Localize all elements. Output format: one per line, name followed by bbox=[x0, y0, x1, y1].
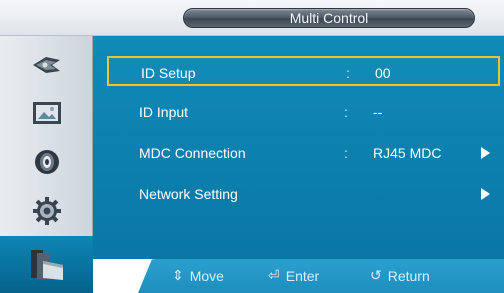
multi-control-icon bbox=[28, 247, 66, 283]
bottom-bar: ⇕ Move ⏎ Enter ↺ Return bbox=[93, 259, 504, 293]
nav-enter-label: Enter bbox=[285, 267, 320, 284]
sidebar bbox=[0, 36, 93, 293]
row-value: 00 bbox=[375, 65, 391, 81]
nav-move-label: Move bbox=[189, 267, 224, 284]
sidebar-item-setup[interactable] bbox=[0, 187, 93, 235]
move-icon: ⇕ bbox=[172, 267, 184, 283]
sidebar-item-picture-frame[interactable] bbox=[0, 89, 93, 137]
nav-return-label: Return bbox=[387, 267, 430, 284]
nav-hint-bar: ⇕ Move ⏎ Enter ↺ Return bbox=[138, 259, 504, 293]
row-label: ID Input bbox=[139, 104, 189, 120]
menu-row-id-setup[interactable]: ID Setup : 00 bbox=[107, 56, 500, 86]
menu-row-id-input[interactable]: ID Input : -- bbox=[107, 97, 500, 127]
sidebar-item-sound[interactable] bbox=[0, 138, 93, 186]
row-value: -- bbox=[373, 104, 383, 120]
sidebar-item-picture[interactable] bbox=[0, 40, 93, 88]
row-label: MDC Connection bbox=[139, 145, 246, 161]
submenu-arrow-icon bbox=[481, 147, 490, 159]
row-separator: : bbox=[344, 145, 348, 161]
submenu-arrow-icon bbox=[481, 188, 490, 200]
osd-window: Multi Control ID Setup: 00 ID Input: -… bbox=[0, 0, 504, 293]
menu-row-network-setting[interactable]: Network Setting bbox=[107, 179, 500, 209]
row-separator: : bbox=[344, 104, 348, 120]
menu-panel: ID Setup : 00 ID Input : -- MDC Connecti… bbox=[93, 36, 504, 259]
sidebar-item-multi-control[interactable] bbox=[0, 236, 93, 293]
row-separator: : bbox=[346, 65, 350, 81]
nav-enter: ⏎ Enter bbox=[268, 267, 319, 284]
row-label: ID Setup bbox=[141, 65, 196, 81]
row-value: RJ45 MDC bbox=[373, 145, 442, 161]
picture-icon bbox=[30, 51, 64, 77]
menu-title: Multi Control bbox=[289, 10, 369, 26]
setup-gear-icon bbox=[32, 196, 62, 226]
nav-move: ⇕ Move bbox=[172, 267, 224, 284]
sound-icon bbox=[33, 148, 61, 176]
menu-row-mdc-connection[interactable]: MDC Connection : RJ45 MDC bbox=[107, 138, 500, 168]
row-label: Network Setting bbox=[139, 186, 238, 202]
title-bar: Multi Control bbox=[0, 0, 504, 36]
picture-frame-icon bbox=[31, 100, 63, 126]
nav-return: ↺ Return bbox=[370, 267, 430, 284]
enter-icon: ⏎ bbox=[268, 267, 280, 283]
title-pill: Multi Control bbox=[183, 8, 475, 28]
return-icon: ↺ bbox=[370, 267, 382, 283]
